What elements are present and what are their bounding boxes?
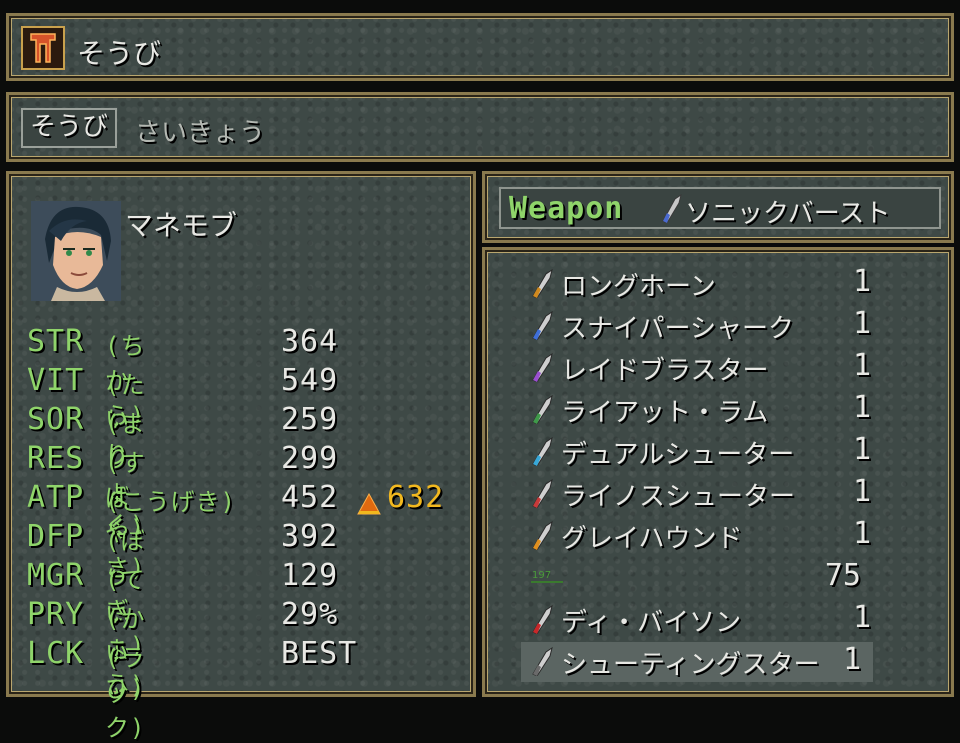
stat-abbr: MGR [27,558,85,593]
weapon-quantity: 1 [852,390,871,425]
stat-abbr: LCK [27,636,85,671]
weapon-list-item[interactable]: ロングホーン 1 [531,264,871,304]
tab-equip[interactable]: そうび [21,108,117,148]
equipment-icon [21,26,65,70]
weapon-list-panel: ロングホーン 1 スナイパーシャーク 1 レイドブラスター 1 ライアット・ラム 1 デュアルシ… [482,247,954,697]
stat-abbr: RES [27,441,85,476]
weapon-slot-label: Weapon [509,191,624,226]
weapon-name: シューティングスター [561,650,820,680]
blade-icon [531,310,555,344]
weapon-quantity: 1 [842,642,861,677]
stat-value: 299 [281,441,339,476]
weapon-list-item[interactable]: レイドブラスター 1 [531,348,871,388]
weapon-name: ディ・バイソン [561,608,742,638]
weapon-list-item[interactable]: ディ・バイソン 1 [531,600,871,640]
blade-icon [531,604,555,638]
menu-title: そうび [77,37,162,70]
stat-value: 129 [281,558,339,593]
weapon-name: グレイハウンド [561,524,743,554]
weapon-name: スナイパーシャーク [561,314,794,344]
weapon-name: デュアルシューター [561,440,795,470]
stat-row-atp: ATP (こうげき) 452 632 [27,480,467,518]
weapon-quantity: 1 [852,432,871,467]
weapon-list-item[interactable]: シューティングスター 1 [521,642,873,682]
blade-icon [531,520,555,554]
stat-abbr: VIT [27,363,85,398]
stat-value: 29% [281,597,339,632]
stat-label: (こうげき) [105,488,236,516]
blade-icon [531,268,555,302]
weapon-name: レイドブラスター [561,356,769,386]
blade-icon [531,352,555,386]
stat-increase-arrow-icon [357,488,381,523]
stat-value: 364 [281,324,339,359]
stat-value: 392 [281,519,339,554]
equipped-weapon-name: ソニックバースト [685,199,891,229]
blade-icon [531,646,555,680]
blade-icon [661,193,683,227]
stat-value: BEST [281,636,358,671]
gil-icon: 197 [531,568,565,588]
stat-value: 452 [281,480,339,515]
stat-abbr: STR [27,324,85,359]
stat-value: 549 [281,363,339,398]
stat-abbr: DFP [27,519,85,554]
stat-abbr: ATP [27,480,85,515]
weapon-slot[interactable]: Weapon ソニックバースト [499,187,941,229]
weapon-quantity: 1 [852,306,871,341]
character-portrait [31,201,121,301]
weapon-list-item[interactable]: グレイハウンド 1 [531,516,871,556]
stat-abbr: PRY [27,597,85,632]
weapon-quantity: 1 [852,348,871,383]
weapon-list-item[interactable]: デュアルシューター 1 [531,432,871,472]
weapon-slot-panel: Weapon ソニックバースト [482,171,954,243]
blade-icon [531,478,555,512]
character-name: マネモブ [125,209,238,242]
stat-abbr: SOR [27,402,85,437]
stat-label: (ラック) [105,644,146,742]
weapon-list-item[interactable]: スナイパーシャーク 1 [531,306,871,346]
weapon-list-item[interactable]: ライノスシューター 1 [531,474,871,514]
weapon-name: ライノスシューター [561,482,796,512]
gil-row: 197 75 [531,558,861,594]
tab-optimize[interactable]: さいきょう [135,112,265,149]
weapon-name: ロングホーン [561,272,716,302]
character-panel: マネモブ STR (ちから) 364 VIT (たいりょく) 549 SOR (… [6,171,476,742]
mode-tabs: そうび さいきょう [6,92,954,162]
weapon-name: ライアット・ラム [561,398,769,428]
blade-icon [531,436,555,470]
weapon-quantity: 1 [852,600,871,635]
gil-amount: 75 [824,558,861,593]
blade-icon [531,394,555,428]
weapon-quantity: 1 [852,264,871,299]
weapon-quantity: 1 [852,516,871,551]
stat-new-value: 632 [387,480,445,515]
stat-value: 259 [281,402,339,437]
title-bar: そうび [6,13,954,81]
weapon-quantity: 1 [852,474,871,509]
svg-text:197: 197 [532,570,551,581]
weapon-list-item[interactable]: ライアット・ラム 1 [531,390,871,430]
